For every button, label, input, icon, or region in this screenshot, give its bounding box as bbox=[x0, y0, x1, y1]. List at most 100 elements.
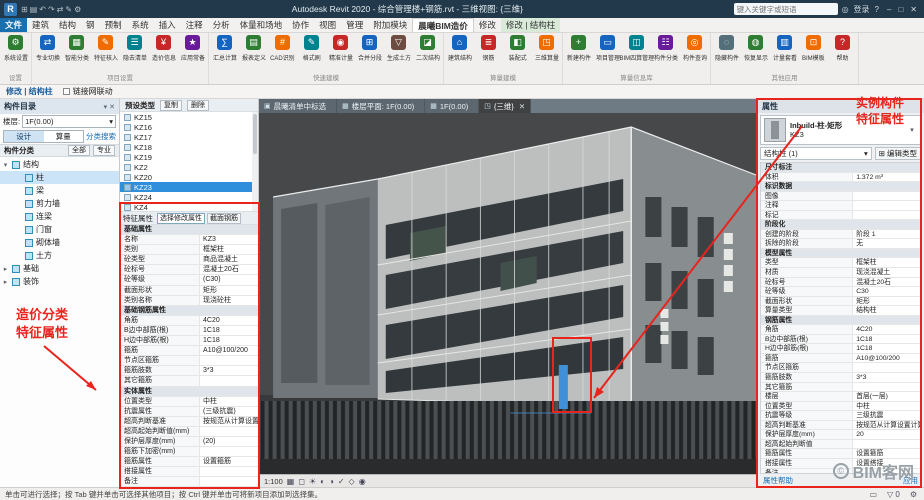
status-control-icon[interactable]: ▭ bbox=[867, 490, 879, 499]
property-row[interactable]: 楼层 首层(一层) bbox=[761, 392, 920, 402]
quick-access-icon[interactable]: ↶ bbox=[39, 5, 46, 14]
ribbon-tab[interactable]: 修改 bbox=[474, 18, 501, 32]
quick-access-icon[interactable]: ⇄ bbox=[57, 5, 64, 14]
ribbon-tab[interactable]: 视图 bbox=[314, 18, 341, 32]
property-row[interactable]: 角筋 4C20 bbox=[761, 325, 920, 335]
ribbon-tab[interactable]: 注释 bbox=[181, 18, 208, 32]
property-row[interactable]: 基础钢筋属性 bbox=[120, 306, 258, 316]
type-list-item[interactable]: KZ19 bbox=[120, 152, 258, 162]
status-control-icon[interactable]: ⚙ bbox=[908, 490, 919, 499]
property-row[interactable]: 砼等级 (C30) bbox=[120, 275, 258, 285]
ribbon-tab[interactable]: 系统 bbox=[127, 18, 154, 32]
ribbon-button[interactable]: ⊞ 合并分段 bbox=[355, 33, 384, 74]
ribbon-tab[interactable]: 管理 bbox=[341, 18, 368, 32]
property-value[interactable] bbox=[200, 447, 258, 456]
property-value[interactable]: 1C18 bbox=[200, 326, 258, 335]
ribbon-tab[interactable]: 插入 bbox=[154, 18, 181, 32]
tree-item[interactable]: 土方 bbox=[0, 249, 119, 262]
property-value[interactable] bbox=[200, 467, 258, 476]
ribbon-button[interactable]: ≣ 钢筋 bbox=[474, 33, 503, 74]
property-value[interactable]: 现浇混凝土 bbox=[853, 268, 920, 277]
property-value[interactable] bbox=[853, 383, 920, 392]
property-row[interactable]: 箍筋属性 设置箍筋 bbox=[120, 457, 258, 467]
property-value[interactable]: 按规范从计算设置计算 bbox=[200, 417, 258, 426]
property-value[interactable]: 3*3 bbox=[853, 373, 920, 382]
signin-button[interactable]: 登录 bbox=[854, 4, 870, 15]
property-value[interactable]: 1C18 bbox=[853, 335, 920, 344]
scrollbar-thumb[interactable] bbox=[253, 114, 257, 154]
tree-item[interactable]: 梁 bbox=[0, 184, 119, 197]
property-row[interactable]: 标识数据 bbox=[761, 182, 920, 192]
ribbon-button[interactable]: ★ 应用常备 bbox=[178, 33, 207, 74]
property-row[interactable]: 超高判断基准 按规范从计算设置计算 bbox=[120, 417, 258, 427]
ribbon-button[interactable]: ▦ 智能分类 bbox=[62, 33, 91, 74]
property-row[interactable]: 截面形状 矩形 bbox=[761, 297, 920, 307]
ribbon-button[interactable]: ¥ 造价信息 bbox=[149, 33, 178, 74]
property-value[interactable]: 无 bbox=[853, 239, 920, 248]
ribbon-button[interactable]: ◧ 装配式 bbox=[503, 33, 532, 74]
view-tab[interactable]: ▣ 晨曦清单中标选 bbox=[259, 99, 337, 113]
quick-access-icon[interactable]: ✎ bbox=[65, 5, 72, 14]
floor-select[interactable]: 1F(0.00) ▾ bbox=[22, 115, 116, 128]
ribbon-tab[interactable]: 体量和场地 bbox=[235, 18, 288, 32]
view-control-icon[interactable]: ◑ bbox=[329, 477, 334, 486]
ribbon-button[interactable]: ◫ BIM四算管理 bbox=[622, 33, 651, 74]
category-search-link[interactable]: 分类搜索 bbox=[86, 131, 116, 142]
property-row[interactable]: H边中部筋(根) 1C18 bbox=[120, 336, 258, 346]
ribbon-tab[interactable]: 分析 bbox=[208, 18, 235, 32]
ribbon-button[interactable]: ▤ 报表定义 bbox=[239, 33, 268, 74]
property-value[interactable] bbox=[853, 440, 920, 449]
property-value[interactable]: 阶段 1 bbox=[853, 230, 920, 239]
type-list-item[interactable]: KZ2 bbox=[120, 162, 258, 172]
filter-major-button[interactable]: 专业 bbox=[93, 145, 115, 156]
view-control-icon[interactable]: ✓ bbox=[338, 477, 345, 486]
property-value[interactable] bbox=[853, 363, 920, 372]
filter-all-button[interactable]: 全部 bbox=[68, 145, 90, 156]
ribbon-button[interactable]: ✎ 格式刷 bbox=[297, 33, 326, 74]
view-control-icon[interactable]: ☀ bbox=[309, 477, 316, 486]
property-value[interactable]: 1C18 bbox=[200, 336, 258, 345]
property-value[interactable]: 4C20 bbox=[853, 325, 920, 334]
ribbon-tab[interactable]: 文件 bbox=[0, 18, 27, 32]
property-value[interactable]: (20) bbox=[200, 437, 258, 446]
ribbon-button[interactable]: ▥ 计量套看 bbox=[770, 33, 799, 74]
ribbon-tab[interactable]: 晨曦BIM造价 bbox=[412, 18, 474, 32]
property-value[interactable] bbox=[853, 201, 920, 210]
view-control-icon[interactable]: ◉ bbox=[359, 477, 366, 486]
property-value[interactable]: 混凝土20石 bbox=[853, 278, 920, 287]
type-list-item[interactable]: KZ15 bbox=[120, 112, 258, 122]
scale-control[interactable]: 1:100 bbox=[264, 477, 283, 486]
property-value[interactable] bbox=[200, 477, 258, 486]
type-toolbar-button[interactable]: 删除 bbox=[187, 100, 209, 111]
view-tab[interactable]: ◳ {三维} ✕ bbox=[479, 99, 531, 113]
property-row[interactable]: 超高判断基准 按规范从计算设置计算 bbox=[761, 421, 920, 431]
property-row[interactable]: 模型属性 bbox=[761, 249, 920, 259]
property-row[interactable]: 位置类型 中柱 bbox=[761, 402, 920, 412]
property-value[interactable]: 首层(一层) bbox=[853, 392, 920, 401]
property-row[interactable]: B边中部筋(根) 1C18 bbox=[761, 335, 920, 345]
ribbon-button[interactable]: ◪ 二次结构 bbox=[413, 33, 442, 74]
property-row[interactable]: 箍筋肢数 3*3 bbox=[120, 366, 258, 376]
property-value[interactable]: 结构柱 bbox=[853, 306, 920, 315]
property-row[interactable]: 箍筋下加密(mm) bbox=[120, 447, 258, 457]
property-value[interactable]: 设置箍筋 bbox=[200, 457, 258, 466]
ribbon-button[interactable]: ☷ 构件分类 bbox=[651, 33, 680, 74]
ribbon-button[interactable]: ⚙ 系统设置 bbox=[1, 33, 30, 74]
link-sync-checkbox[interactable]: 链接网联动 bbox=[63, 86, 113, 97]
property-row[interactable]: 算量类型 结构柱 bbox=[761, 306, 920, 316]
property-row[interactable]: 标记 bbox=[761, 211, 920, 221]
ribbon-tab[interactable]: 附加模块 bbox=[368, 18, 412, 32]
property-value[interactable]: 3*3 bbox=[200, 366, 258, 375]
property-row[interactable]: 砼标号 混凝土20石 bbox=[120, 265, 258, 275]
ribbon-button[interactable]: ◎ 构件查询 bbox=[680, 33, 709, 74]
property-row[interactable]: 尺寸标注 bbox=[761, 163, 920, 173]
ribbon-tab[interactable]: 结构 bbox=[54, 18, 81, 32]
model-canvas[interactable] bbox=[259, 113, 756, 474]
ribbon-button[interactable]: ☰ 隐去清单 bbox=[120, 33, 149, 74]
property-row[interactable]: 保护层厚度(mm) (20) bbox=[120, 437, 258, 447]
property-row[interactable]: 砼类型 商品混凝土 bbox=[120, 255, 258, 265]
ribbon-button[interactable]: ◌ 隐藏构件 bbox=[712, 33, 741, 74]
type-list-item[interactable]: KZ4 bbox=[120, 202, 258, 212]
mode-quantity[interactable]: 算量 bbox=[44, 131, 84, 142]
property-value[interactable]: 20 bbox=[853, 430, 920, 439]
